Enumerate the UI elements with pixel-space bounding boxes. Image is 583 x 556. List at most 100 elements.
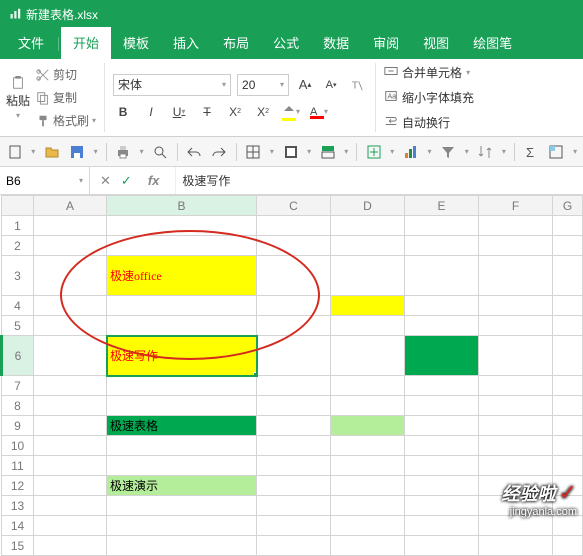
tab-file[interactable]: 文件 [6,27,56,59]
cell-B9[interactable]: 极速表格 [107,416,257,436]
fill-color-button[interactable]: ▾ [281,102,301,122]
bold-button[interactable]: B [113,102,133,122]
fill-handle[interactable] [253,372,257,376]
tab-template[interactable]: 模板 [111,27,161,59]
shrink-fit-button[interactable]: Aa 缩小字体填充 [384,89,474,106]
chart-button[interactable] [402,141,419,163]
tab-view[interactable]: 视图 [411,27,461,59]
redo-button[interactable] [211,141,228,163]
print-button[interactable] [114,141,131,163]
row-header[interactable]: 10 [2,436,34,456]
decrease-font-button[interactable]: A▾ [321,75,341,95]
painter-label: 格式刷 [53,112,89,129]
insert-button[interactable] [365,141,382,163]
tab-review[interactable]: 审阅 [361,27,411,59]
col-header[interactable]: E [405,196,479,216]
filter-button[interactable] [440,141,457,163]
subscript-button[interactable]: X2 [253,102,273,122]
tab-insert[interactable]: 插入 [161,27,211,59]
row-header[interactable]: 15 [2,536,34,556]
font-size-select[interactable]: 20▾ [237,74,289,96]
cell-D9[interactable] [331,416,405,436]
separator [514,143,515,161]
cut-button[interactable]: 剪切 [36,66,96,83]
col-header[interactable]: F [479,196,553,216]
font-name-select[interactable]: 宋体▾ [113,74,231,96]
clear-format-button[interactable]: T [347,75,367,95]
superscript-button[interactable]: X2 [225,102,245,122]
italic-button[interactable]: I [141,102,161,122]
row-header[interactable]: 2 [2,236,34,256]
tab-formula[interactable]: 公式 [261,27,311,59]
row-header[interactable]: 6 [2,336,34,376]
separator [106,143,107,161]
select-all-corner[interactable] [2,196,34,216]
cell-D4[interactable] [331,296,405,316]
cell-E6[interactable] [405,336,479,376]
tab-draw[interactable]: 绘图笔 [461,27,524,59]
paste-button[interactable]: 粘贴 ▾ [6,76,30,120]
underline-button[interactable]: U▾ [169,102,189,122]
tab-data[interactable]: 数据 [311,27,361,59]
merge-cells-button[interactable]: 合并单元格▾ [384,64,474,81]
cell-B6-selected[interactable]: 极速写作 [107,336,257,376]
open-button[interactable] [43,141,60,163]
wrap-label: 自动换行 [402,114,450,131]
undo-button[interactable] [186,141,203,163]
font-group: 宋体▾ 20▾ A▴ A▾ T B I U▾ T X2 X2 ▾ A▾ [113,63,376,132]
freeze-button[interactable] [548,141,565,163]
spreadsheet-grid[interactable]: A B C D E F G 1 2 3极速office 4 5 6极速写作 7 … [0,195,583,556]
sum-button[interactable]: Σ [523,141,540,163]
merge-icon [384,64,398,81]
row-header[interactable]: 1 [2,216,34,236]
col-header[interactable]: D [331,196,405,216]
cellstyle-button[interactable] [319,141,336,163]
name-box[interactable]: B6▾ [0,167,90,194]
align-button[interactable] [282,141,299,163]
row-header[interactable]: 12 [2,476,34,496]
row-header[interactable]: 8 [2,396,34,416]
copy-button[interactable]: 复制 [36,89,96,106]
col-header[interactable]: G [553,196,583,216]
new-button[interactable] [6,141,23,163]
format-painter-button[interactable]: 格式刷▾ [36,112,96,129]
borders-button[interactable] [245,141,262,163]
scissors-icon [36,68,50,82]
shrink-label: 缩小字体填充 [402,89,474,106]
separator [356,143,357,161]
strike-button[interactable]: T [197,102,217,122]
confirm-icon[interactable]: ✓ [121,173,132,189]
col-header[interactable]: B [107,196,257,216]
separator [177,143,178,161]
tab-home[interactable]: 开始 [61,27,111,59]
row-header[interactable]: 5 [2,316,34,336]
cell-B3[interactable]: 极速office [107,256,257,296]
separator [236,143,237,161]
save-button[interactable] [68,141,85,163]
increase-font-button[interactable]: A▴ [295,75,315,95]
chevron-down-icon: ▾ [94,147,98,156]
wrap-text-button[interactable]: 自动换行 [384,114,474,131]
paste-label: 粘贴 [6,92,30,109]
font-color-button[interactable]: A▾ [309,102,329,122]
preview-button[interactable] [152,141,169,163]
row-header[interactable]: 14 [2,516,34,536]
tab-layout[interactable]: 布局 [211,27,261,59]
row-header[interactable]: 13 [2,496,34,516]
row-header[interactable]: 11 [2,456,34,476]
sort-button[interactable] [477,141,494,163]
formula-input[interactable]: 极速写作 [176,172,230,189]
row-header[interactable]: 3 [2,256,34,296]
row-header[interactable]: 4 [2,296,34,316]
cancel-icon[interactable]: ✕ [100,173,111,189]
col-header[interactable]: C [257,196,331,216]
cell-B12[interactable]: 极速演示 [107,476,257,496]
fx-icon[interactable]: fx [142,173,166,188]
svg-text:Aa: Aa [388,94,397,101]
row-header[interactable]: 7 [2,376,34,396]
chevron-down-icon: ▾ [502,147,506,156]
col-header[interactable]: A [34,196,107,216]
brush-icon [36,114,50,128]
chevron-down-icon: ▾ [280,80,284,89]
row-header[interactable]: 9 [2,416,34,436]
